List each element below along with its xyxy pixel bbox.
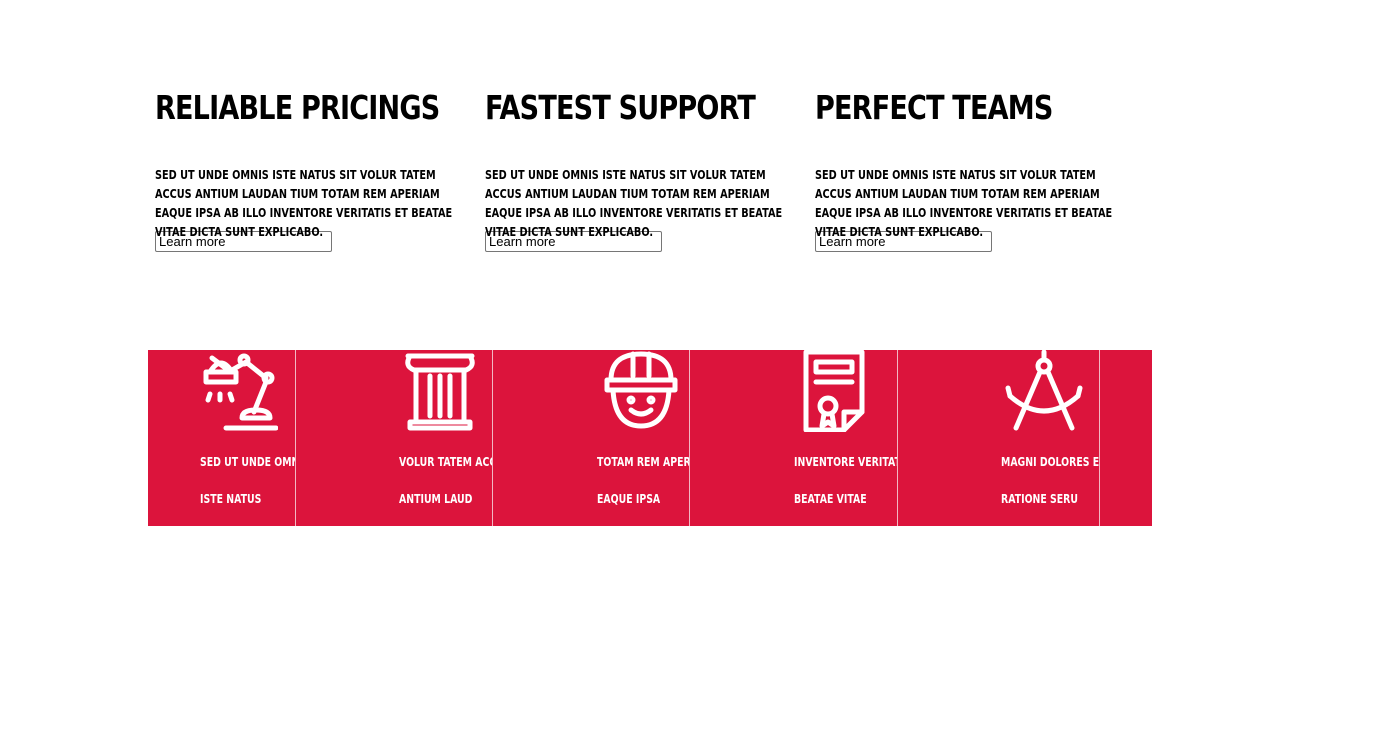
feature-reliable-pricings: RELIABLE PRICINGS SED UT UNDE OMNIS ISTE… [155, 86, 485, 252]
worker-helmet-icon [601, 350, 681, 432]
feature-description: SED UT UNDE OMNIS ISTE NATUS SIT VOLUR T… [815, 168, 1113, 239]
feature-description: SED UT UNDE OMNIS ISTE NATUS SIT VOLUR T… [485, 168, 783, 239]
feature-description: SED UT UNDE OMNIS ISTE NATUS SIT VOLUR T… [155, 168, 453, 239]
features-row: RELIABLE PRICINGS SED UT UNDE OMNIS ISTE… [155, 86, 1145, 252]
desk-lamp-icon [198, 350, 278, 432]
service-item: SED UT UNDE OMNIS ISTE NATUS [148, 350, 296, 526]
service-line1: INVENTORE VERITATIS [794, 455, 897, 469]
feature-title: RELIABLE PRICINGS [155, 88, 440, 127]
service-item: MAGNI DOLORES EOS RATIONE SERU [898, 350, 1100, 526]
feature-title: FASTEST SUPPORT [485, 88, 756, 127]
service-line1: VOLUR TATEM ACCUS [399, 455, 492, 469]
service-line1: TOTAM REM APERIAM [597, 455, 690, 469]
service-line1: MAGNI DOLORES EOS [1001, 455, 1100, 469]
service-item: INVENTORE VERITATIS BEATAE VITAE [690, 350, 898, 526]
service-line1: SED UT UNDE OMNIS [200, 455, 295, 469]
certificate-icon [794, 350, 874, 432]
service-line2: RATIONE SERU [1001, 492, 1078, 506]
service-item: VOLUR TATEM ACCUS ANTIUM LAUD [296, 350, 493, 526]
service-item: TOTAM REM APERIAM EAQUE IPSA [493, 350, 690, 526]
service-line2: EAQUE IPSA [597, 492, 661, 506]
service-line2: BEATAE VITAE [794, 492, 867, 506]
service-line2: ANTIUM LAUD [399, 492, 473, 506]
feature-title: PERFECT TEAMS [815, 88, 1053, 127]
service-line2: ISTE NATUS [200, 492, 262, 506]
column-pillar-icon [400, 350, 480, 432]
feature-perfect-teams: PERFECT TEAMS SED UT UNDE OMNIS ISTE NAT… [815, 86, 1145, 252]
feature-fastest-support: FASTEST SUPPORT SED UT UNDE OMNIS ISTE N… [485, 86, 815, 252]
drafting-compass-icon [1004, 350, 1084, 432]
services-band: SED UT UNDE OMNIS ISTE NATUS VOLUR TATEM… [148, 350, 1152, 526]
